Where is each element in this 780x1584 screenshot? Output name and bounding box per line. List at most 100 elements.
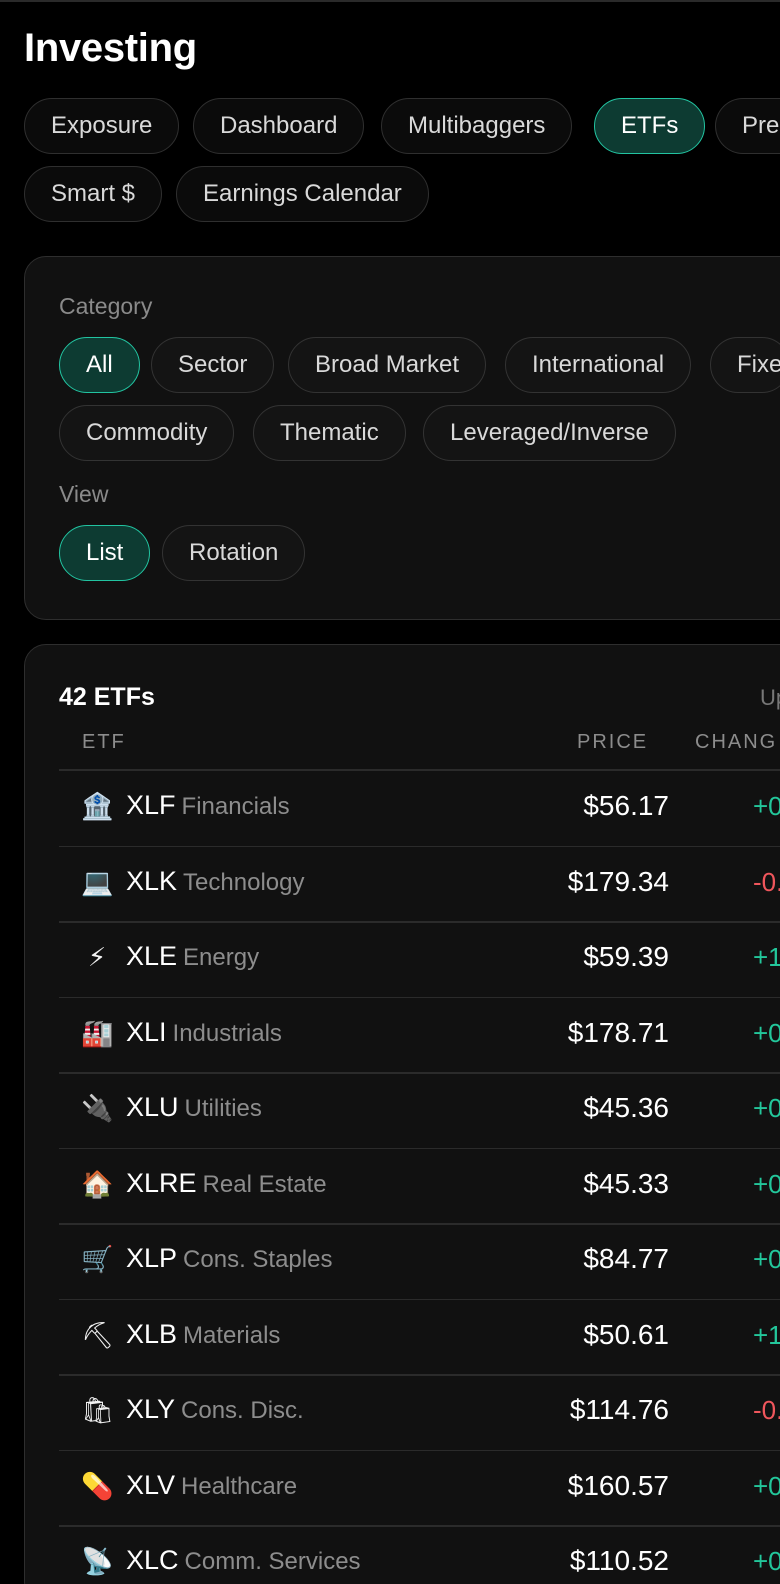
tab-exposure[interactable]: Exposure [24, 98, 180, 154]
etf-change: +0.9 [753, 1093, 780, 1123]
etf-price: $59.39 [583, 941, 669, 972]
category-broad-market[interactable]: Broad Market [288, 337, 487, 393]
category-fixed-income[interactable]: Fixe [710, 337, 780, 393]
category-international[interactable]: International [505, 337, 692, 393]
table-row[interactable]: 🛒 XLPCons. Staples $84.77 +0.8 [59, 1223, 780, 1299]
etf-ticker-cell: XLK Technology [126, 866, 304, 897]
category-commodity[interactable]: Commodity [59, 405, 235, 461]
etf-price: $110.52 [569, 1545, 669, 1576]
tab-etfs[interactable]: ETFs [594, 98, 706, 154]
table-row[interactable]: 💻 XLKTechnology $179.34 -0.7 [59, 846, 780, 922]
etf-ticker: XLU [126, 1092, 179, 1122]
etf-name: Utilities [184, 1095, 262, 1122]
table-row[interactable]: 📡 XLCComm. Services $110.52 +0.4 [59, 1525, 780, 1584]
etf-ticker-cell: XLI Industrials [126, 1017, 282, 1048]
etf-ticker: XLRE [126, 1167, 197, 1198]
table-row[interactable]: ⚡ XLEEnergy $59.39 +1.5 [59, 921, 780, 997]
etf-change: +0.3 [753, 1168, 780, 1199]
etf-ticker: XLI [126, 1016, 167, 1047]
table-row[interactable]: 💊 XLVHealthcare $160.57 +0.1 [59, 1450, 780, 1526]
top-border [0, 0, 780, 2]
etf-price: $45.33 [583, 1167, 669, 1199]
view-label: View [59, 481, 109, 507]
etf-change: +1.0 [753, 1319, 780, 1350]
updated-label: Up [760, 685, 780, 710]
category-all[interactable]: All [59, 337, 140, 393]
etf-name: Industrials [172, 1019, 282, 1047]
tab-pre[interactable]: Pre [715, 98, 780, 154]
etf-name: Healthcare [181, 1472, 298, 1500]
etf-ticker: XLC [126, 1545, 179, 1575]
column-header-change[interactable]: CHANG [695, 731, 777, 754]
etf-ticker-cell: XLV Healthcare [126, 1470, 297, 1501]
lightning-icon: ⚡ [87, 943, 107, 973]
table-row[interactable]: 🏠 XLREReal Estate $45.33 +0.3 [59, 1148, 780, 1224]
pick-icon: ⛏ [81, 1320, 115, 1351]
tab-earnings-calendar[interactable]: Earnings Calendar [176, 166, 429, 222]
etf-ticker: XLF [126, 790, 176, 820]
page-title: Investing [24, 26, 197, 70]
house-icon: 🏠 [81, 1169, 114, 1200]
etf-price: $160.57 [567, 1469, 669, 1501]
etf-ticker: XLV [126, 1469, 176, 1500]
filter-panel: Category All Sector Broad Market Interna… [24, 256, 780, 620]
etf-name: Real Estate [202, 1170, 327, 1198]
etf-change: +0.4 [753, 1546, 780, 1576]
etf-change: -0.7 [753, 866, 780, 897]
etf-ticker-cell: XLC Comm. Services [126, 1545, 361, 1576]
plug-icon: 🔌 [81, 1094, 114, 1124]
etf-change: +0.1 [753, 791, 780, 821]
category-sector[interactable]: Sector [151, 337, 275, 393]
etf-name: Cons. Disc. [181, 1397, 304, 1424]
etf-name: Cons. Staples [183, 1246, 333, 1273]
etf-ticker: XLK [126, 865, 178, 896]
etf-ticker-cell: XLP Cons. Staples [126, 1243, 332, 1274]
satellite-dish-icon: 📡 [81, 1547, 114, 1577]
table-row[interactable]: 🛍 XLYCons. Disc. $114.76 -0.0 [59, 1374, 780, 1450]
etf-ticker-cell: XLB Materials [126, 1319, 280, 1350]
view-list[interactable]: List [59, 525, 151, 581]
etf-price: $56.17 [583, 790, 669, 821]
etf-price: $84.77 [583, 1243, 669, 1274]
table-row[interactable]: ⛏ XLBMaterials $50.61 +1.0 [59, 1299, 780, 1375]
etf-count: 42 ETFs [59, 683, 155, 711]
etf-ticker-cell: XLF Financials [126, 790, 290, 821]
column-header-price[interactable]: PRICE [577, 731, 648, 754]
shopping-bag-icon: 🛍 [81, 1396, 115, 1426]
tab-dashboard[interactable]: Dashboard [193, 98, 365, 154]
etf-ticker: XLE [126, 941, 178, 971]
etf-name: Technology [183, 868, 305, 896]
etf-ticker-cell: XLU Utilities [126, 1092, 262, 1123]
etf-price: $178.71 [567, 1016, 669, 1048]
category-label: Category [59, 293, 153, 319]
etf-name: Comm. Services [184, 1548, 361, 1575]
etf-change: +1.5 [753, 942, 780, 972]
column-header-etf[interactable]: ETF [82, 731, 126, 754]
cart-icon: 🛒 [81, 1245, 114, 1275]
factory-icon: 🏭 [81, 1018, 114, 1049]
etf-ticker-cell: XLY Cons. Disc. [126, 1394, 304, 1425]
view-rotation[interactable]: Rotation [162, 525, 306, 581]
tab-multibaggers[interactable]: Multibaggers [381, 98, 573, 154]
etf-name: Energy [183, 944, 260, 971]
category-thematic[interactable]: Thematic [253, 405, 406, 461]
etf-change: +0.8 [753, 1244, 780, 1274]
etf-change: +0.1 [753, 1470, 780, 1501]
etf-price: $45.36 [583, 1092, 669, 1123]
etf-table-panel: 42 ETFs Up ETF PRICE CHANG 🏦 XLFFinancial… [24, 644, 780, 1584]
pill-icon: 💊 [81, 1471, 114, 1502]
etf-change: -0.0 [753, 1395, 780, 1425]
table-row[interactable]: 🏦 XLFFinancials $56.17 +0.1 [59, 770, 780, 846]
category-leveraged-inverse[interactable]: Leveraged/Inverse [423, 405, 676, 461]
etf-ticker: XLY [126, 1394, 176, 1424]
laptop-icon: 💻 [81, 867, 114, 898]
etf-ticker: XLB [126, 1318, 178, 1349]
etf-price: $50.61 [583, 1318, 669, 1350]
table-row[interactable]: 🔌 XLUUtilities $45.36 +0.9 [59, 1072, 780, 1148]
table-row[interactable]: 🏭 XLIIndustrials $178.71 +0.0 [59, 997, 780, 1073]
etf-ticker: XLP [126, 1243, 178, 1273]
etf-price: $114.76 [569, 1394, 669, 1425]
tab-smart-money[interactable]: Smart $ [24, 166, 163, 222]
etf-ticker-cell: XLE Energy [126, 941, 259, 972]
etf-ticker-cell: XLRE Real Estate [126, 1168, 327, 1199]
